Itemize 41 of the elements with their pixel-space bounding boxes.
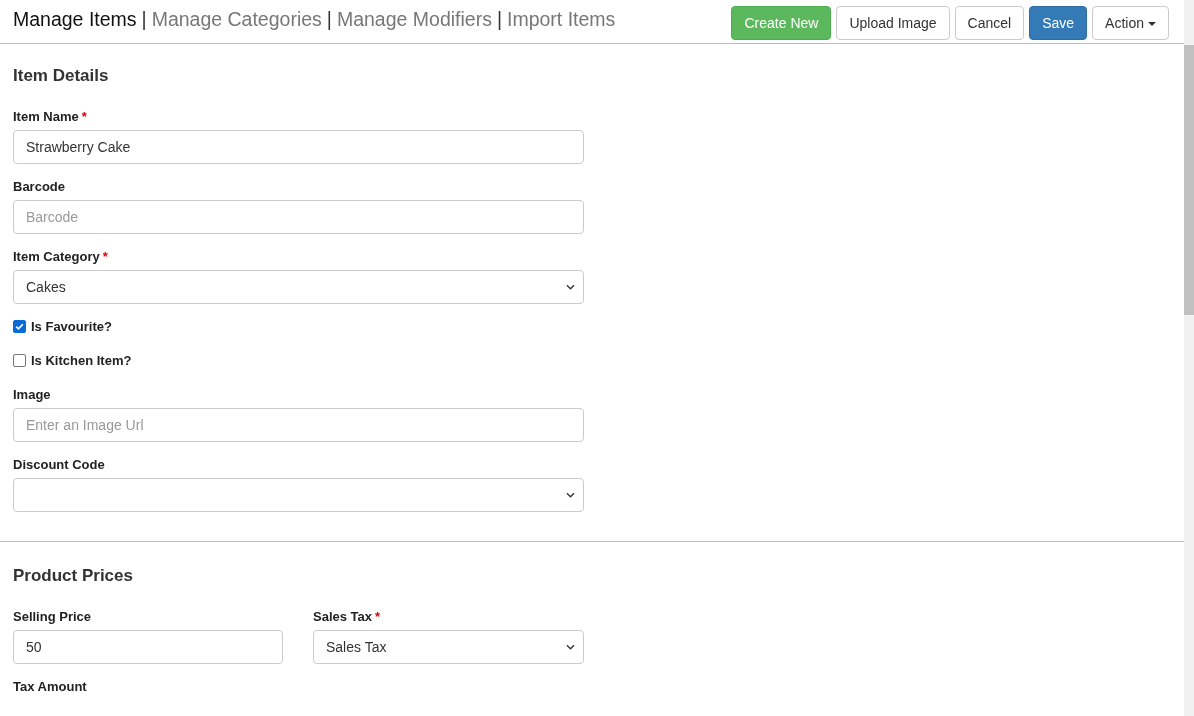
chevron-icon bbox=[566, 492, 575, 498]
scrollbar[interactable] bbox=[1184, 0, 1194, 716]
field-label: Item Category bbox=[13, 249, 100, 264]
nav-tab[interactable]: Manage Modifiers bbox=[336, 8, 492, 31]
input-field[interactable]: Barcode bbox=[13, 200, 584, 234]
checkbox-label: Is Favourite? bbox=[31, 318, 112, 334]
chevron-icon bbox=[566, 284, 575, 290]
save-button[interactable]: Save bbox=[1029, 6, 1088, 40]
checkbox-label: Is Kitchen Item? bbox=[31, 352, 132, 368]
nav-tab[interactable]: Manage Items bbox=[13, 8, 137, 31]
field-label: Image bbox=[13, 387, 51, 402]
field-label: Sales Tax bbox=[313, 609, 373, 624]
field-label: Discount Code bbox=[13, 457, 105, 472]
checkbox[interactable] bbox=[13, 319, 26, 333]
scrollbar-thumb[interactable] bbox=[1184, 45, 1194, 315]
upload-button[interactable]: Upload Image bbox=[836, 6, 950, 40]
required-mark: * bbox=[81, 109, 87, 124]
section-title: Item Details bbox=[13, 66, 110, 86]
input-field[interactable]: Strawberry Cake bbox=[13, 130, 584, 164]
chevron-icon bbox=[566, 644, 575, 650]
input-field[interactable]: 50 bbox=[13, 630, 283, 664]
field-label: Item Name bbox=[13, 109, 79, 124]
required-mark: * bbox=[375, 609, 381, 624]
caret-icon bbox=[1148, 22, 1156, 26]
nav-separator: | bbox=[141, 8, 147, 31]
field-label: Selling Price bbox=[13, 609, 92, 624]
nav-tab[interactable]: Manage Categories bbox=[151, 8, 322, 31]
nav-separator: | bbox=[326, 8, 332, 31]
nav-separator: | bbox=[496, 8, 502, 31]
dropdown-menu-button[interactable]: Action bbox=[1092, 6, 1169, 40]
field-label: Barcode bbox=[13, 179, 66, 194]
select-field[interactable] bbox=[13, 478, 584, 512]
select-field[interactable]: Cakes bbox=[13, 270, 584, 304]
nav-tab[interactable]: Import Items bbox=[507, 8, 616, 31]
field-label: Tax Amount bbox=[13, 679, 87, 694]
input-field[interactable]: Enter an Image Url bbox=[13, 408, 584, 442]
select-field[interactable]: Sales Tax bbox=[313, 630, 584, 664]
required-mark: * bbox=[102, 249, 108, 264]
cancel-button[interactable]: Cancel bbox=[954, 6, 1025, 40]
section-title: Product Prices bbox=[13, 566, 134, 586]
checkbox[interactable] bbox=[13, 353, 26, 367]
